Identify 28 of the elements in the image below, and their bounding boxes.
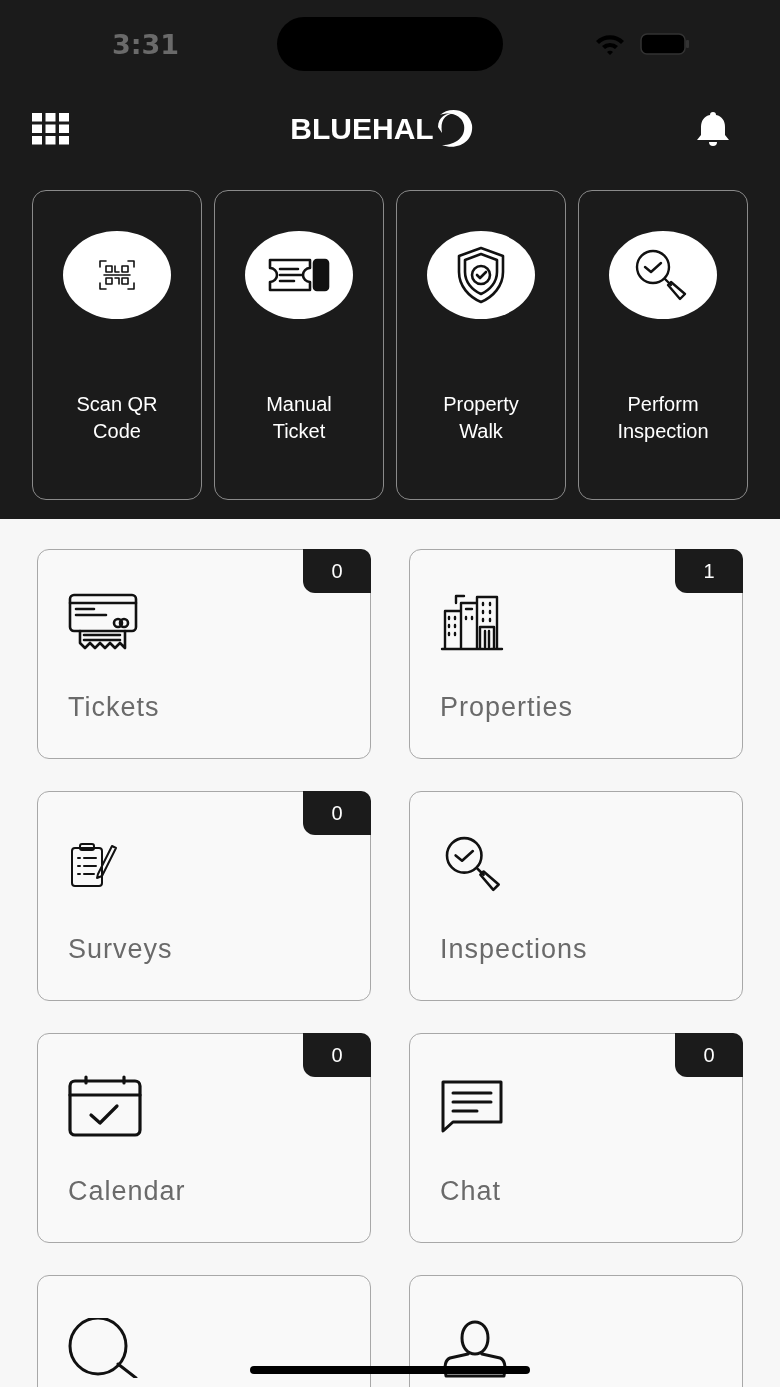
bell-icon[interactable] bbox=[694, 110, 732, 148]
clipboard-pen-icon bbox=[68, 840, 118, 888]
count-badge: 0 bbox=[303, 549, 371, 593]
brand-logo: BLUEHAL bbox=[290, 112, 434, 146]
count-badge: 0 bbox=[303, 1033, 371, 1077]
apps-grid-icon[interactable] bbox=[32, 113, 70, 145]
count-badge: 0 bbox=[303, 791, 371, 835]
calendar-check-icon bbox=[68, 1075, 142, 1137]
module-card[interactable]: Inspections bbox=[409, 791, 743, 1001]
quick-action-button[interactable]: Perform Inspection bbox=[578, 190, 748, 500]
card-receipt-icon bbox=[68, 593, 138, 651]
battery-icon bbox=[640, 33, 690, 55]
module-card[interactable]: 1 Properties bbox=[409, 549, 743, 759]
module-card[interactable]: 0 Tickets bbox=[37, 549, 371, 759]
quick-action-button[interactable]: Property Walk bbox=[396, 190, 566, 500]
module-card[interactable]: 0 Surveys bbox=[37, 791, 371, 1001]
qr-code-icon bbox=[98, 259, 136, 291]
status-time: 3:31 bbox=[112, 28, 180, 60]
module-card[interactable]: 0 Calendar bbox=[37, 1033, 371, 1243]
quick-action-button[interactable]: Manual Ticket bbox=[214, 190, 384, 500]
count-badge: 1 bbox=[675, 549, 743, 593]
chat-bubble-icon bbox=[440, 1079, 504, 1133]
ticket-icon bbox=[266, 257, 332, 293]
module-card[interactable]: 0 Chat bbox=[409, 1033, 743, 1243]
count-badge: 0 bbox=[675, 1033, 743, 1077]
buildings-icon bbox=[440, 593, 504, 651]
quick-action-button[interactable]: Scan QR Code bbox=[32, 190, 202, 500]
wifi-icon bbox=[594, 33, 626, 55]
